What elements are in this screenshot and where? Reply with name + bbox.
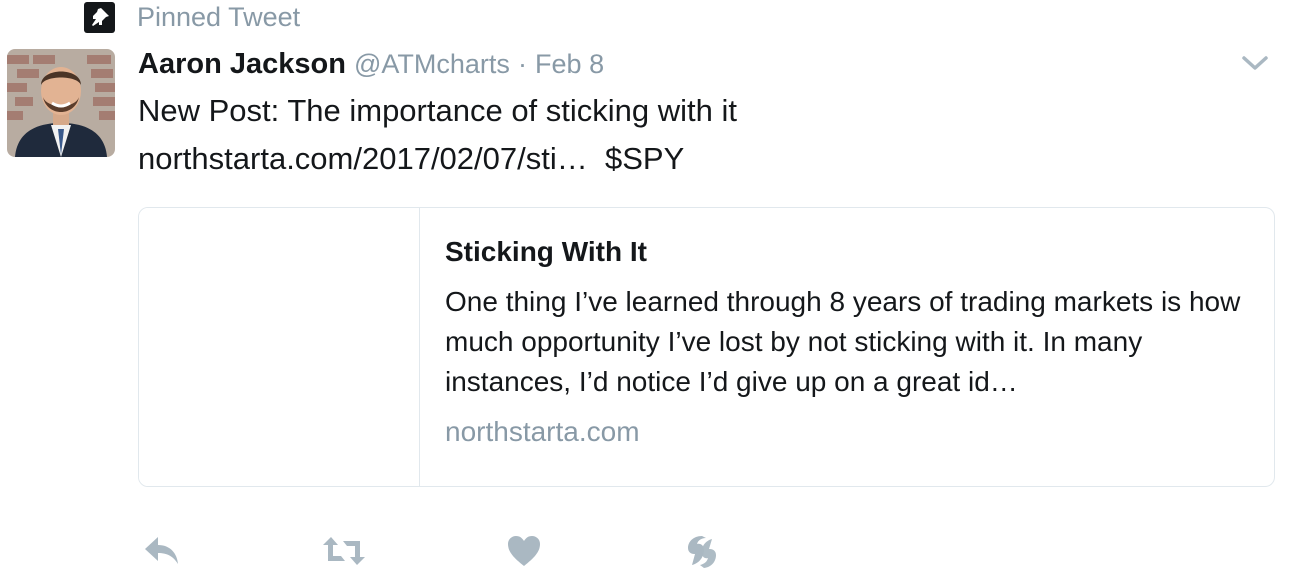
tweet-date[interactable]: Feb 8 [535,49,604,79]
moments-button[interactable] [679,529,723,573]
card-image[interactable] [139,208,420,486]
reply-button[interactable] [140,529,184,573]
author-handle[interactable]: @ATMcharts [354,49,510,79]
retweet-icon [321,533,367,569]
reply-icon [142,533,182,569]
card-description: One thing I’ve learned through 8 years o… [445,286,1241,397]
moments-icon [682,532,720,570]
tweet-text-line-links: northstarta.com/2017/02/07/sti… $SPY [138,135,1270,183]
pin-icon [84,1,115,33]
tweet-link[interactable]: northstarta.com/2017/02/07/sti… [138,141,588,176]
heart-icon [506,534,542,568]
tweet-text: New Post: The importance of sticking wit… [138,87,1270,183]
tweet-header: Aaron Jackson @ATMcharts · Feb 8 [138,44,1270,84]
like-button[interactable] [502,529,546,573]
link-card[interactable]: Sticking With It One thing I’ve learned … [138,207,1275,487]
avatar[interactable] [7,49,115,157]
pinned-tweet-header: Pinned Tweet [84,1,300,33]
tweet-text-line: New Post: The importance of sticking wit… [138,93,738,128]
card-domain: northstarta.com [445,416,640,447]
chevron-down-icon[interactable] [1240,48,1270,78]
retweet-button[interactable] [322,529,366,573]
cashtag[interactable]: $SPY [605,141,684,176]
author-name[interactable]: Aaron Jackson [138,48,346,80]
card-content: Sticking With It One thing I’ve learned … [420,208,1274,486]
tweet[interactable]: Aaron Jackson @ATMcharts · Feb 8 New Pos… [138,44,1270,183]
separator-dot: · [517,49,527,79]
pinned-tweet-label: Pinned Tweet [137,2,301,32]
card-title: Sticking With It [445,236,647,267]
